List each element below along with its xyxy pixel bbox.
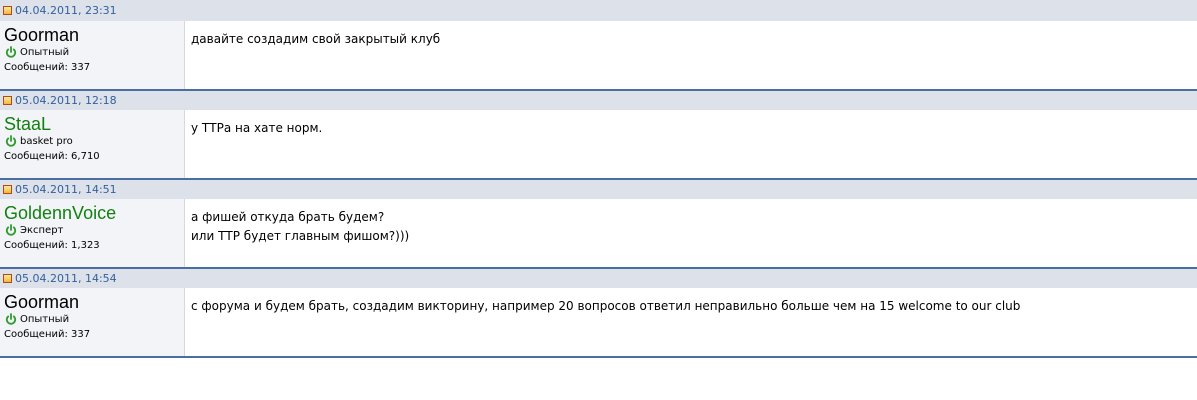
user-info: Goorman Опытный Сообщений: 337 xyxy=(0,21,185,89)
post-icon xyxy=(3,273,12,283)
message-line: давайте создадим свой закрытый клуб xyxy=(191,32,441,46)
post-count: Сообщений: 1,323 xyxy=(4,240,100,251)
post-date: 05.04.2011, 12:18 xyxy=(15,93,117,107)
post-count: Сообщений: 337 xyxy=(4,329,91,340)
username-link[interactable]: Goorman xyxy=(4,25,184,45)
user-rank: Эксперт xyxy=(20,225,64,236)
rank-row: Опытный xyxy=(4,311,184,326)
post-count: Сообщений: 6,710 xyxy=(4,151,100,162)
online-power-icon xyxy=(5,45,17,58)
post-header: 05.04.2011, 14:54 xyxy=(0,267,1197,288)
username-link[interactable]: Goorman xyxy=(4,292,184,312)
username-link[interactable]: GoldennVoice xyxy=(4,203,184,223)
online-power-icon xyxy=(5,134,17,147)
online-power-icon xyxy=(5,312,17,325)
post: 05.04.2011, 14:51 GoldennVoice Эксперт С… xyxy=(0,178,1197,267)
message-line: а фишей откуда брать будем? xyxy=(191,210,385,224)
user-rank: Опытный xyxy=(20,314,70,325)
post-body: StaaL basket pro Сообщений: 6,710 у ТТРа… xyxy=(0,110,1197,178)
post-icon xyxy=(3,184,12,194)
online-power-icon xyxy=(5,223,17,236)
user-rank: basket pro xyxy=(20,136,73,147)
post: 05.04.2011, 12:18 StaaL basket pro Сообщ… xyxy=(0,89,1197,178)
post-header: 05.04.2011, 12:18 xyxy=(0,89,1197,110)
user-info: Goorman Опытный Сообщений: 337 xyxy=(0,288,185,356)
message-line: у ТТРа на хате норм. xyxy=(191,121,323,135)
post-icon xyxy=(3,95,12,105)
post-message: у ТТРа на хате норм. xyxy=(185,110,1197,178)
rank-row: basket pro xyxy=(4,133,184,148)
post-count: Сообщений: 337 xyxy=(4,62,91,73)
post-message: с форума и будем брать, создадим виктори… xyxy=(185,288,1197,356)
user-rank: Опытный xyxy=(20,47,70,58)
post-header: 04.04.2011, 23:31 xyxy=(0,0,1197,21)
post: 05.04.2011, 14:54 Goorman Опытный Сообще… xyxy=(0,267,1197,358)
post-body: GoldennVoice Эксперт Сообщений: 1,323 а … xyxy=(0,199,1197,267)
post-icon xyxy=(3,5,12,15)
message-line: или ТТР будет главным фишом?))) xyxy=(191,229,410,243)
post-date: 05.04.2011, 14:54 xyxy=(15,271,117,285)
post-date: 04.04.2011, 23:31 xyxy=(15,3,117,17)
message-line: с форума и будем брать, создадим виктори… xyxy=(191,299,1021,313)
user-info: StaaL basket pro Сообщений: 6,710 xyxy=(0,110,185,178)
post-body: Goorman Опытный Сообщений: 337 с форума … xyxy=(0,288,1197,358)
post-header: 05.04.2011, 14:51 xyxy=(0,178,1197,199)
rank-row: Эксперт xyxy=(4,222,184,237)
forum-thread: 04.04.2011, 23:31 Goorman Опытный Сообще… xyxy=(0,0,1197,358)
post-message: а фишей откуда брать будем? или ТТР буде… xyxy=(185,199,1197,267)
rank-row: Опытный xyxy=(4,44,184,59)
post: 04.04.2011, 23:31 Goorman Опытный Сообще… xyxy=(0,0,1197,89)
post-message: давайте создадим свой закрытый клуб xyxy=(185,21,1197,89)
user-info: GoldennVoice Эксперт Сообщений: 1,323 xyxy=(0,199,185,267)
post-body: Goorman Опытный Сообщений: 337 давайте с… xyxy=(0,21,1197,89)
post-date: 05.04.2011, 14:51 xyxy=(15,182,117,196)
username-link[interactable]: StaaL xyxy=(4,114,184,134)
